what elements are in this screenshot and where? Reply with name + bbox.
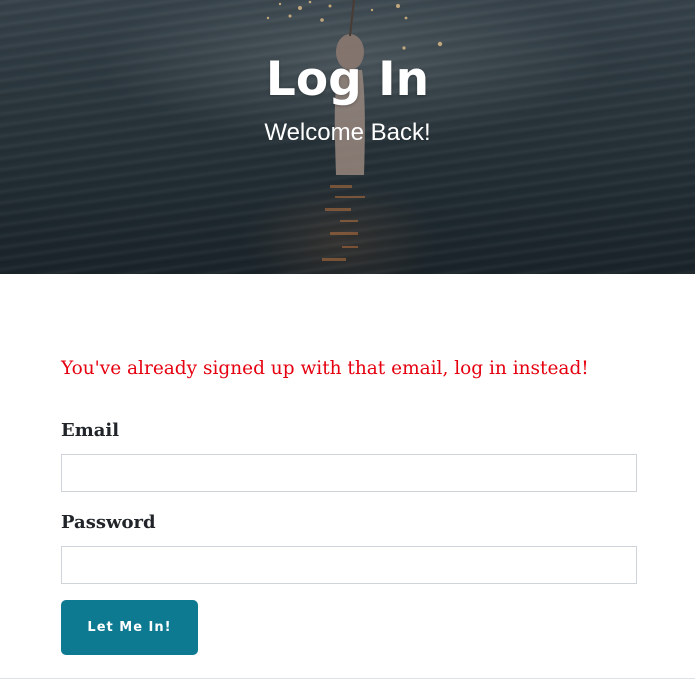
let-me-in-button[interactable]: Let Me In! [61,600,198,655]
email-label: Email [61,420,120,441]
bottom-divider [0,678,695,679]
page-title: Log In [265,52,430,107]
hero-header: Log In Welcome Back! [0,0,695,274]
password-label: Password [61,512,156,533]
error-message: You've already signed up with that email… [61,358,589,379]
page-subtitle: Welcome Back! [264,119,431,146]
email-field[interactable] [61,454,637,492]
password-field[interactable] [61,546,637,584]
